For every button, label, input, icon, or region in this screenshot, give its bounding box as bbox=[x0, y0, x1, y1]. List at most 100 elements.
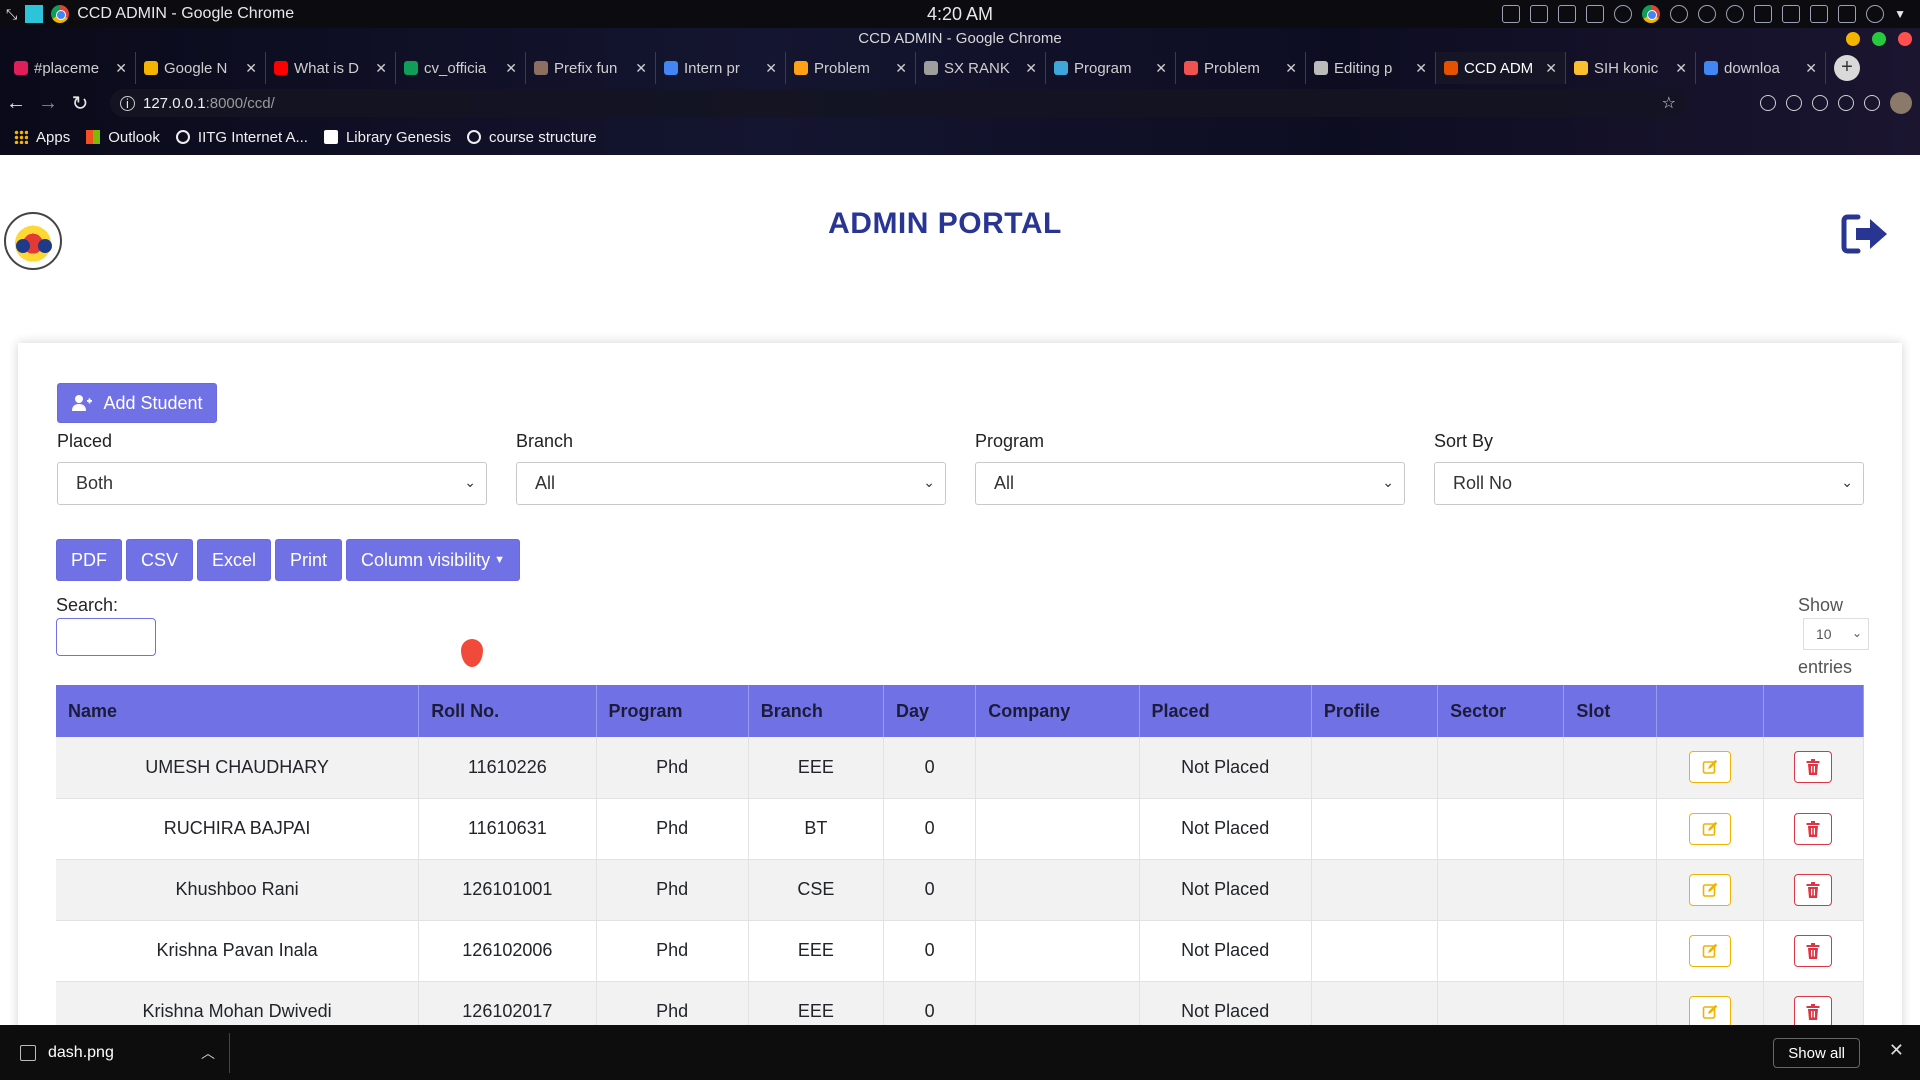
back-icon[interactable]: ← bbox=[0, 92, 32, 115]
bookmark-library-genesis[interactable]: Library Genesis bbox=[323, 129, 451, 146]
chevron-up-icon[interactable]: ︿ bbox=[201, 1043, 215, 1063]
browser-tab[interactable]: Intern pr ✕ bbox=[656, 52, 786, 84]
workspace-icon[interactable] bbox=[1502, 5, 1521, 23]
mobile-icon[interactable] bbox=[1838, 5, 1857, 23]
forward-icon[interactable]: → bbox=[32, 92, 64, 115]
browser-tab[interactable]: #placeme ✕ bbox=[6, 52, 136, 84]
bluetooth-icon[interactable] bbox=[1670, 5, 1689, 23]
reload-icon[interactable]: ↻ bbox=[64, 91, 96, 116]
site-info-icon[interactable]: i bbox=[120, 95, 135, 111]
tab-close-icon[interactable]: ✕ bbox=[1805, 60, 1817, 77]
tab-close-icon[interactable]: ✕ bbox=[895, 60, 907, 77]
workspace-icon[interactable] bbox=[1530, 5, 1549, 23]
tab-close-icon[interactable]: ✕ bbox=[1025, 60, 1037, 77]
tab-close-icon[interactable]: ✕ bbox=[1545, 60, 1557, 77]
col-branch-header[interactable]: Branch bbox=[748, 685, 885, 737]
window-switcher-icon[interactable] bbox=[25, 5, 44, 23]
new-tab-button[interactable]: + bbox=[1834, 55, 1860, 81]
tab-close-icon[interactable]: ✕ bbox=[635, 60, 647, 77]
browser-tab[interactable]: Editing p ✕ bbox=[1306, 52, 1436, 84]
program-select[interactable]: All ⌄ bbox=[975, 462, 1405, 505]
branch-select[interactable]: All ⌄ bbox=[516, 462, 946, 505]
extension-icon[interactable] bbox=[1838, 95, 1854, 111]
logout-icon[interactable] bbox=[1840, 213, 1890, 255]
browser-tab[interactable]: Problem ✕ bbox=[1176, 52, 1306, 84]
browser-tab[interactable]: CCD ADM ✕ bbox=[1436, 52, 1566, 84]
close-window-icon[interactable] bbox=[1898, 32, 1912, 46]
tab-close-icon[interactable]: ✕ bbox=[1675, 60, 1687, 77]
maximize-icon[interactable] bbox=[1872, 32, 1886, 46]
add-student-button[interactable]: Add Student bbox=[57, 383, 217, 423]
edit-button[interactable] bbox=[1688, 995, 1731, 1025]
extension-icon[interactable] bbox=[1760, 95, 1776, 111]
bookmark-course-structure[interactable]: course structure bbox=[467, 129, 597, 146]
download-icon[interactable] bbox=[1726, 5, 1745, 23]
col-program-header[interactable]: Program bbox=[596, 685, 749, 737]
col-name-header[interactable]: Name bbox=[56, 685, 420, 737]
browser-tab[interactable]: SX RANK ✕ bbox=[916, 52, 1046, 84]
tab-close-icon[interactable]: ✕ bbox=[375, 60, 387, 77]
browser-tab[interactable]: Prefix fun ✕ bbox=[526, 52, 656, 84]
os-clock[interactable]: 4:20 AM bbox=[927, 4, 993, 25]
col-company-header[interactable]: Company bbox=[975, 685, 1140, 737]
bookmark-apps[interactable]: Apps bbox=[14, 129, 70, 146]
system-menu-caret-icon[interactable]: ▼ bbox=[1894, 7, 1906, 21]
delete-button[interactable] bbox=[1794, 873, 1833, 906]
col-sector-header[interactable]: Sector bbox=[1437, 685, 1565, 737]
edit-button[interactable] bbox=[1688, 873, 1731, 906]
csv-button[interactable]: CSV bbox=[126, 539, 194, 581]
browser-tab[interactable]: Problem ✕ bbox=[786, 52, 916, 84]
col-profile-header[interactable]: Profile bbox=[1311, 685, 1439, 737]
browser-tab[interactable]: Google N ✕ bbox=[136, 52, 266, 84]
workspace-icon[interactable] bbox=[1558, 5, 1577, 23]
browser-tab[interactable]: Program ✕ bbox=[1046, 52, 1176, 84]
tab-close-icon[interactable]: ✕ bbox=[765, 60, 777, 77]
sort-by-select[interactable]: Roll No ⌄ bbox=[1434, 462, 1864, 505]
wifi-icon[interactable] bbox=[1866, 5, 1885, 23]
clipboard-icon[interactable] bbox=[1754, 5, 1773, 23]
puzzle-icon[interactable] bbox=[1864, 95, 1880, 111]
workspace-icon[interactable] bbox=[1586, 5, 1605, 23]
browser-tab[interactable]: What is D ✕ bbox=[266, 52, 396, 84]
bookmark-outlook[interactable]: Outlook bbox=[86, 129, 160, 146]
page-length-select[interactable]: 10 ⌄ bbox=[1803, 618, 1869, 650]
tab-close-icon[interactable]: ✕ bbox=[245, 60, 257, 77]
show-all-downloads-button[interactable]: Show all bbox=[1773, 1038, 1860, 1068]
browser-tab[interactable]: SIH konic ✕ bbox=[1566, 52, 1696, 84]
placed-select[interactable]: Both ⌄ bbox=[57, 462, 487, 505]
edit-button[interactable] bbox=[1688, 751, 1731, 784]
tab-close-icon[interactable]: ✕ bbox=[1155, 60, 1167, 77]
battery-icon[interactable] bbox=[1810, 5, 1829, 23]
profile-avatar[interactable] bbox=[1890, 92, 1912, 114]
tab-close-icon[interactable]: ✕ bbox=[1415, 60, 1427, 77]
chrome-tray-icon[interactable] bbox=[1642, 5, 1661, 23]
media-play-icon[interactable] bbox=[1698, 5, 1717, 23]
excel-button[interactable]: Excel bbox=[197, 539, 272, 581]
print-button[interactable]: Print bbox=[275, 539, 343, 581]
extension-icon[interactable] bbox=[1812, 95, 1828, 111]
delete-button[interactable] bbox=[1794, 751, 1833, 784]
delete-button[interactable] bbox=[1794, 812, 1833, 845]
col-placed-header[interactable]: Placed bbox=[1139, 685, 1312, 737]
extension-icon[interactable] bbox=[1786, 95, 1802, 111]
tab-close-icon[interactable]: ✕ bbox=[505, 60, 517, 77]
tab-close-icon[interactable]: ✕ bbox=[1285, 60, 1297, 77]
delete-button[interactable] bbox=[1794, 995, 1833, 1025]
column-visibility-button[interactable]: Column visibility ▼ bbox=[346, 539, 520, 581]
col-slot-header[interactable]: Slot bbox=[1563, 685, 1657, 737]
minimize-icon[interactable] bbox=[1846, 32, 1860, 46]
address-bar[interactable]: i 127.0.0.1:8000/ccd/ ☆ bbox=[110, 89, 1686, 117]
edit-button[interactable] bbox=[1688, 812, 1731, 845]
delete-button[interactable] bbox=[1794, 934, 1833, 967]
close-shelf-icon[interactable]: ✕ bbox=[1889, 1040, 1904, 1061]
col-day-header[interactable]: Day bbox=[883, 685, 977, 737]
tab-close-icon[interactable]: ✕ bbox=[115, 60, 127, 77]
browser-tab[interactable]: downloa ✕ bbox=[1696, 52, 1826, 84]
menu-arrows-icon[interactable]: ⤡ bbox=[6, 6, 17, 23]
browser-tab[interactable]: cv_officia ✕ bbox=[396, 52, 526, 84]
bookmark-iitg[interactable]: IITG Internet A... bbox=[175, 129, 308, 146]
bookmark-star-icon[interactable]: ☆ bbox=[1662, 93, 1676, 113]
notification-bell-icon[interactable] bbox=[1614, 5, 1633, 23]
search-input[interactable] bbox=[56, 618, 156, 656]
pdf-button[interactable]: PDF bbox=[56, 539, 122, 581]
